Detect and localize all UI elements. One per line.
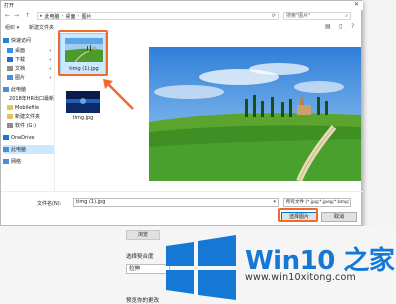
sidebar-item-label: 文档	[15, 66, 26, 72]
sidebar-item[interactable]: 此电脑	[3, 85, 54, 94]
drive-icon	[7, 123, 13, 128]
navigation-bar: ← → ↑ ▸ 此电脑 › 桌面 › 图片 ⟳ 搜索"图片" ⌕	[1, 10, 363, 22]
sidebar-item[interactable]: 此电脑	[3, 145, 54, 154]
watermark-url: www.win10xitong.com	[245, 272, 356, 283]
highlight-box	[58, 30, 108, 76]
folder-icon	[7, 114, 13, 119]
sidebar-item[interactable]: 下载 ✦	[3, 55, 54, 64]
search-box[interactable]: 搜索"图片" ⌕	[283, 12, 351, 20]
sidebar-item-label: OneDrive	[11, 134, 35, 141]
sidebar-item-label: 快速访问	[11, 38, 32, 44]
filename-value: timg (1).jpg	[76, 199, 106, 205]
sidebar-item[interactable]: 2018年HR出口最新	[3, 94, 54, 103]
image-thumbnail[interactable]	[66, 91, 100, 113]
breadcrumb-desktop[interactable]: 桌面	[66, 13, 76, 20]
breadcrumb-this-pc[interactable]: 此电脑	[45, 13, 60, 20]
star-icon	[3, 38, 9, 43]
back-arrow-icon[interactable]: ←	[5, 12, 10, 19]
close-icon[interactable]: ✕	[354, 1, 359, 8]
sidebar-item-label: 图片	[15, 75, 26, 81]
command-toolbar: 组织 ▾ 新建文件夹 ▤ ▯ ?	[1, 22, 363, 32]
folder-icon	[7, 105, 13, 110]
chevron-down-icon[interactable]: ▾	[273, 199, 276, 206]
filename-label: 文件名(N):	[37, 201, 62, 207]
sidebar-item-label: 新建文件夹	[15, 114, 41, 120]
fit-label: 选择契合度	[126, 254, 154, 260]
document-icon	[7, 66, 13, 71]
breadcrumb-pictures[interactable]: 图片	[82, 13, 92, 20]
folder-icon: ▸	[40, 13, 43, 19]
forward-arrow-icon[interactable]: →	[14, 12, 19, 19]
help-icon[interactable]: ?	[351, 23, 354, 30]
sidebar-item[interactable]: 新建文件夹	[3, 112, 54, 121]
browse-button[interactable]: 浏览	[126, 230, 160, 240]
desktop-icon	[7, 48, 13, 53]
search-icon: ⌕	[345, 13, 348, 19]
pin-icon: ✦	[48, 57, 52, 62]
sidebar-item[interactable]: 网络	[3, 157, 54, 166]
preview-label: 预览你的更改	[126, 298, 160, 304]
address-bar[interactable]: ▸ 此电脑 › 桌面 › 图片 ⟳	[37, 12, 279, 20]
sidebar-item-label: 2018年HR出口最新	[9, 96, 54, 102]
sidebar-item-label: 网络	[11, 159, 22, 165]
sidebar-item[interactable]: 图片 ✦	[3, 73, 54, 82]
sidebar-item[interactable]: Mobilefile	[3, 103, 54, 112]
pin-icon: ✦	[48, 48, 52, 53]
highlight-box	[278, 208, 318, 222]
cloud-icon	[3, 135, 9, 140]
sidebar-item[interactable]: 软件 (G:)	[3, 121, 54, 130]
download-icon	[7, 57, 13, 62]
sidebar-item[interactable]: 快速访问	[3, 36, 54, 45]
computer-icon	[3, 147, 9, 152]
file-name[interactable]: timg.jpg	[60, 115, 106, 121]
sidebar-item-label: 下载	[15, 57, 26, 63]
filetype-select[interactable]: 所有文件 (*.jpg;*.jpeg;*.bmp;*	[283, 198, 351, 207]
sidebar-item-label: 此电脑	[11, 87, 27, 93]
preview-pane-icon[interactable]: ▯	[339, 23, 342, 30]
navigation-pane: 快速访问桌面 ✦ 下载 ✦ 文档 ✦ 图片 ✦ 此电脑 2018年HR出口最新 Mobilefile…	[1, 33, 55, 191]
sidebar-item[interactable]: OneDrive	[3, 133, 54, 142]
annotation-arrow-icon	[103, 79, 134, 110]
sidebar-item[interactable]: 文档 ✦	[3, 64, 54, 73]
cancel-button[interactable]: 取消	[321, 212, 357, 222]
title-bar: 打开 ✕	[1, 1, 363, 10]
computer-icon	[3, 87, 9, 92]
sidebar-item-label: Mobilefile	[15, 104, 40, 111]
up-arrow-icon[interactable]: ↑	[25, 12, 30, 19]
pin-icon: ✦	[48, 75, 52, 80]
open-file-dialog: 打开 ✕ ← → ↑ ▸ 此电脑 › 桌面 › 图片 ⟳ 搜索"图片" ⌕ 组织…	[0, 0, 363, 226]
sidebar-item-label: 桌面	[15, 48, 26, 54]
filename-input[interactable]: timg (1).jpg ▾	[73, 198, 279, 207]
sidebar-item-label: 此电脑	[11, 147, 27, 153]
view-options-icon[interactable]: ▤	[325, 23, 331, 30]
preview-pane	[149, 47, 361, 181]
refresh-icon[interactable]: ⟳	[272, 13, 276, 19]
new-folder-button[interactable]: 新建文件夹	[29, 24, 54, 31]
sidebar-item-label: 软件 (G:)	[15, 123, 37, 129]
pin-icon: ✦	[48, 66, 52, 71]
network-icon	[3, 159, 9, 164]
sidebar-item[interactable]: 桌面 ✦	[3, 46, 54, 55]
breadcrumb-separator: ›	[77, 13, 80, 19]
organize-menu[interactable]: 组织 ▾	[5, 24, 19, 31]
breadcrumb-separator: ›	[61, 13, 64, 19]
picture-icon	[7, 75, 13, 80]
window-title: 打开	[4, 3, 15, 9]
search-placeholder: 搜索"图片"	[286, 13, 311, 19]
